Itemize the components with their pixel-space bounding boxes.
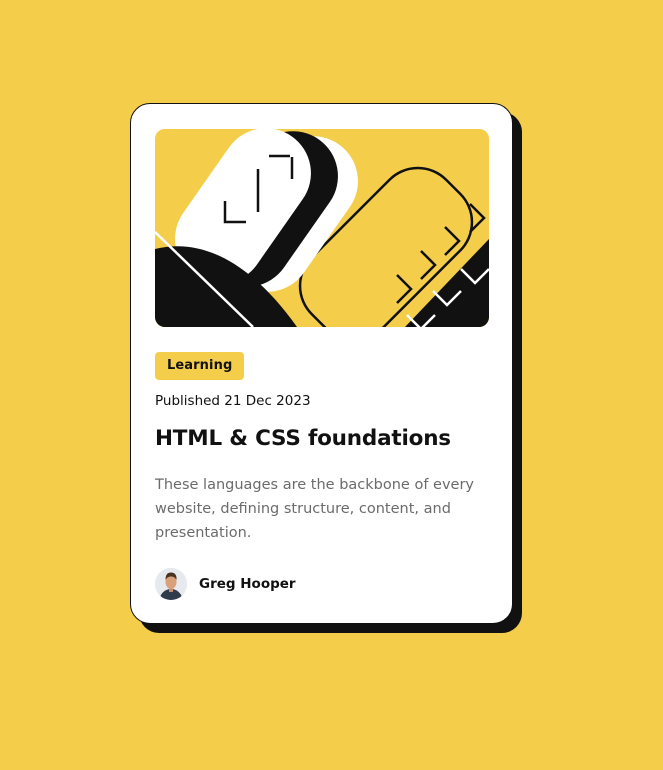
abstract-illustration-icon — [155, 129, 489, 327]
category-tag: Learning — [155, 352, 245, 380]
avatar — [155, 568, 187, 600]
card-illustration — [155, 129, 489, 327]
avatar-icon — [155, 568, 187, 600]
card-title[interactable]: HTML & CSS foundations — [155, 426, 451, 451]
author-name: Greg Hooper — [199, 576, 296, 592]
author: Greg Hooper — [155, 568, 296, 600]
card-description: These languages are the backbone of ever… — [155, 477, 474, 541]
published-date: Published 21 Dec 2023 — [155, 393, 311, 409]
blog-preview-card: Learning Published 21 Dec 2023 HTML & CS… — [130, 103, 513, 624]
